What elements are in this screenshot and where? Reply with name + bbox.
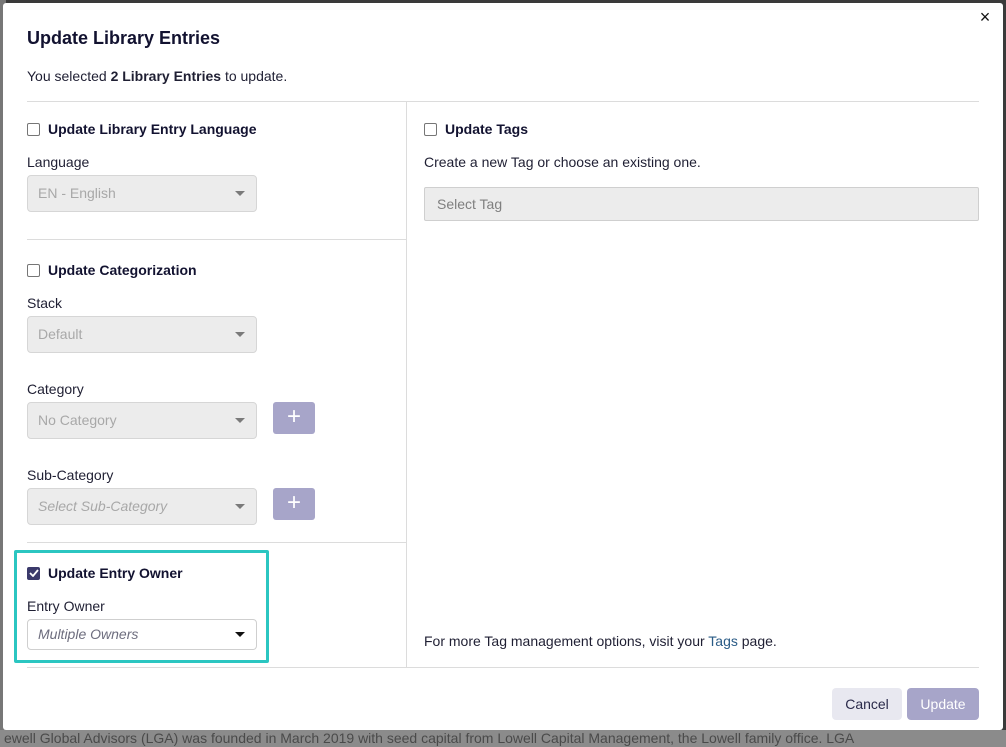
- tags-checkbox-row[interactable]: Update Tags: [424, 121, 528, 137]
- checkmark-icon: [28, 569, 39, 577]
- language-checkbox[interactable]: [27, 122, 40, 136]
- update-library-entries-modal: × Update Library Entries You selected 2 …: [3, 3, 1003, 730]
- tags-description: Create a new Tag or choose an existing o…: [424, 154, 701, 170]
- subcategory-select-placeholder: Select Sub-Category: [38, 498, 168, 514]
- subtitle-prefix: You selected: [27, 68, 111, 84]
- language-checkbox-row[interactable]: Update Library Entry Language: [27, 121, 256, 137]
- tags-note-prefix: For more Tag management options, visit y…: [424, 633, 709, 649]
- subcategory-select[interactable]: Select Sub-Category: [27, 488, 257, 525]
- categorization-checkbox-label: Update Categorization: [48, 262, 197, 278]
- tags-checkbox-label: Update Tags: [445, 121, 528, 137]
- category-label: Category: [27, 381, 84, 397]
- close-icon[interactable]: ×: [977, 8, 993, 26]
- modal-subtitle: You selected 2 Library Entries to update…: [27, 68, 287, 84]
- subcategory-label: Sub-Category: [27, 467, 114, 483]
- language-select-value: EN - English: [38, 185, 116, 201]
- update-button[interactable]: Update: [907, 688, 979, 720]
- entry-owner-select[interactable]: Multiple Owners: [27, 619, 257, 650]
- entry-owner-select-placeholder: Multiple Owners: [38, 626, 139, 642]
- divider: [27, 542, 406, 543]
- chevron-down-icon: [235, 418, 245, 423]
- divider: [27, 667, 979, 668]
- divider: [27, 239, 406, 240]
- language-label: Language: [27, 154, 90, 170]
- tags-checkbox[interactable]: [424, 122, 437, 136]
- chevron-down-icon: [235, 504, 245, 509]
- modal-title: Update Library Entries: [27, 28, 221, 48]
- chevron-down-icon: [235, 632, 245, 637]
- add-category-button[interactable]: +: [273, 402, 315, 434]
- owner-checkbox-row[interactable]: Update Entry Owner: [27, 565, 183, 581]
- tag-select-placeholder: Select Tag: [437, 196, 503, 212]
- category-select[interactable]: No Category: [27, 402, 257, 439]
- stack-select[interactable]: Default: [27, 316, 257, 353]
- background-page-text: ewell Global Advisors (LGA) was founded …: [0, 730, 1006, 747]
- tags-management-note: For more Tag management options, visit y…: [424, 633, 777, 649]
- entry-owner-label: Entry Owner: [27, 598, 105, 614]
- owner-checkbox-label: Update Entry Owner: [48, 565, 183, 581]
- category-select-value: No Category: [38, 412, 117, 428]
- tags-note-suffix: page.: [737, 633, 777, 649]
- categorization-checkbox-row[interactable]: Update Categorization: [27, 262, 197, 278]
- language-select[interactable]: EN - English: [27, 175, 257, 212]
- add-subcategory-button[interactable]: +: [273, 488, 315, 520]
- stack-select-value: Default: [38, 326, 83, 342]
- tag-select[interactable]: Select Tag: [424, 187, 979, 221]
- language-checkbox-label: Update Library Entry Language: [48, 121, 257, 137]
- subtitle-suffix: to update.: [221, 68, 288, 84]
- chevron-down-icon: [235, 332, 245, 337]
- tags-page-link[interactable]: Tags: [708, 633, 738, 649]
- divider: [27, 101, 979, 102]
- subtitle-count: 2 Library Entries: [110, 68, 222, 84]
- chevron-down-icon: [235, 191, 245, 196]
- cancel-button[interactable]: Cancel: [832, 688, 902, 720]
- categorization-checkbox[interactable]: [27, 263, 40, 277]
- column-divider: [406, 102, 407, 667]
- stack-label: Stack: [27, 295, 63, 311]
- owner-checkbox[interactable]: [27, 566, 40, 580]
